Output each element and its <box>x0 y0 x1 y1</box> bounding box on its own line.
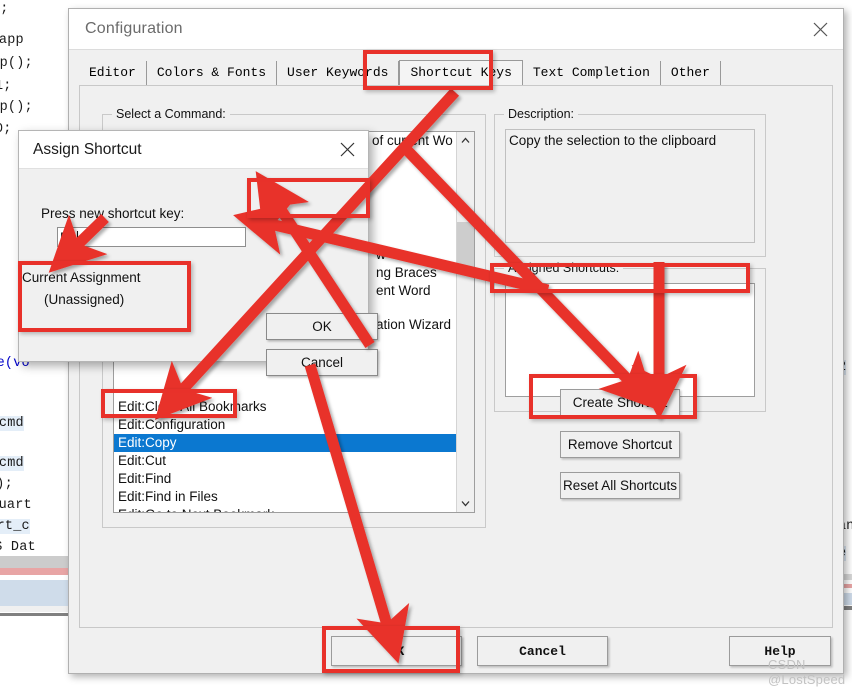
assign-shortcut-titlebar: Assign Shortcut <box>19 131 368 169</box>
assign-shortcut-dialog: Assign Shortcut Press new shortcut key: … <box>18 130 378 376</box>
dialog-button-bar: OK Cancel Help <box>79 633 831 669</box>
list-item-edit-find[interactable]: Edit:Find <box>114 470 474 488</box>
shortcut-key-input[interactable]: F3 <box>57 227 246 247</box>
list-item-edit-clear-all-bookmarks[interactable]: Edit:Clear All Bookmarks <box>114 398 474 416</box>
chevron-down-icon[interactable] <box>457 495 474 512</box>
reset-all-shortcuts-button[interactable]: Reset All Shortcuts <box>560 472 680 499</box>
code-line: IS Dat <box>0 540 36 555</box>
current-assignment-label: Current Assignment <box>22 270 141 285</box>
configuration-titlebar: Configuration <box>69 9 843 50</box>
cancel-button[interactable]: Cancel <box>477 636 608 666</box>
tab-user-keywords[interactable]: User Keywords <box>277 61 400 85</box>
code-line: 0; <box>0 122 12 137</box>
code-line: uart_c <box>0 519 30 534</box>
watermark: CSDN @LostSpeed <box>768 657 846 687</box>
create-shortcut-button[interactable]: Create Shortcut <box>560 389 680 416</box>
assign-ok-button[interactable]: OK <box>266 313 378 340</box>
code-line: n.uart <box>0 498 32 513</box>
list-item[interactable] <box>114 382 474 398</box>
list-item-edit-go-to-next-bookmark[interactable]: Edit:Go to Next Bookmark <box>114 506 474 512</box>
tab-text-completion[interactable]: Text Completion <box>523 61 661 85</box>
list-item-edit-cut[interactable]: Edit:Cut <box>114 452 474 470</box>
window-title: Configuration <box>85 20 183 37</box>
select-command-label: Select a Command: <box>112 107 230 121</box>
current-assignment-value: (Unassigned) <box>44 292 125 307</box>
scrollbar-thumb[interactable] <box>457 222 474 274</box>
list-item-edit-configuration[interactable]: Edit:Configuration <box>114 416 474 434</box>
description-label: Description: <box>504 107 578 121</box>
list-item-edit-copy[interactable]: Edit:Copy <box>114 434 474 452</box>
description-group: Description: Copy the selection to the c… <box>494 107 766 257</box>
shortcut-key-value: F3 <box>60 229 76 245</box>
code-line: 0; <box>0 2 9 17</box>
command-list-scrollbar[interactable] <box>456 132 474 512</box>
code-line: 1; <box>0 79 12 94</box>
tab-shortcut-keys[interactable]: Shortcut Keys <box>399 60 523 85</box>
close-icon[interactable] <box>797 9 843 49</box>
tab-editor[interactable]: Editor <box>79 61 147 85</box>
code-line: rt_cmd <box>0 456 24 471</box>
code-line: Nop(); <box>0 100 33 115</box>
description-box: Copy the selection to the clipboard <box>505 129 755 243</box>
description-text: Copy the selection to the clipboard <box>509 133 717 148</box>
code-line: Nop(); <box>0 56 33 71</box>
code-line: ta(app <box>0 33 24 48</box>
press-new-shortcut-label: Press new shortcut key: <box>41 206 185 221</box>
assigned-shortcuts-list[interactable] <box>505 283 755 397</box>
assign-shortcut-title: Assign Shortcut <box>33 140 142 158</box>
assigned-shortcuts-label: Assigned Shortcuts: <box>504 261 624 275</box>
code-line: rt_cmd <box>0 416 24 431</box>
list-item-edit-find-in-files[interactable]: Edit:Find in Files <box>114 488 474 506</box>
ok-button[interactable]: OK <box>331 636 462 666</box>
text-caret <box>76 230 78 244</box>
tab-colors-fonts[interactable]: Colors & Fonts <box>147 61 278 85</box>
tab-strip: Editor Colors & Fonts User Keywords Shor… <box>79 57 831 85</box>
remove-shortcut-button[interactable]: Remove Shortcut <box>560 431 680 458</box>
close-icon[interactable] <box>326 131 368 168</box>
assign-cancel-button[interactable]: Cancel <box>266 349 378 376</box>
code-line: (); <box>0 477 13 492</box>
tab-other[interactable]: Other <box>661 61 721 85</box>
chevron-up-icon[interactable] <box>457 132 474 149</box>
